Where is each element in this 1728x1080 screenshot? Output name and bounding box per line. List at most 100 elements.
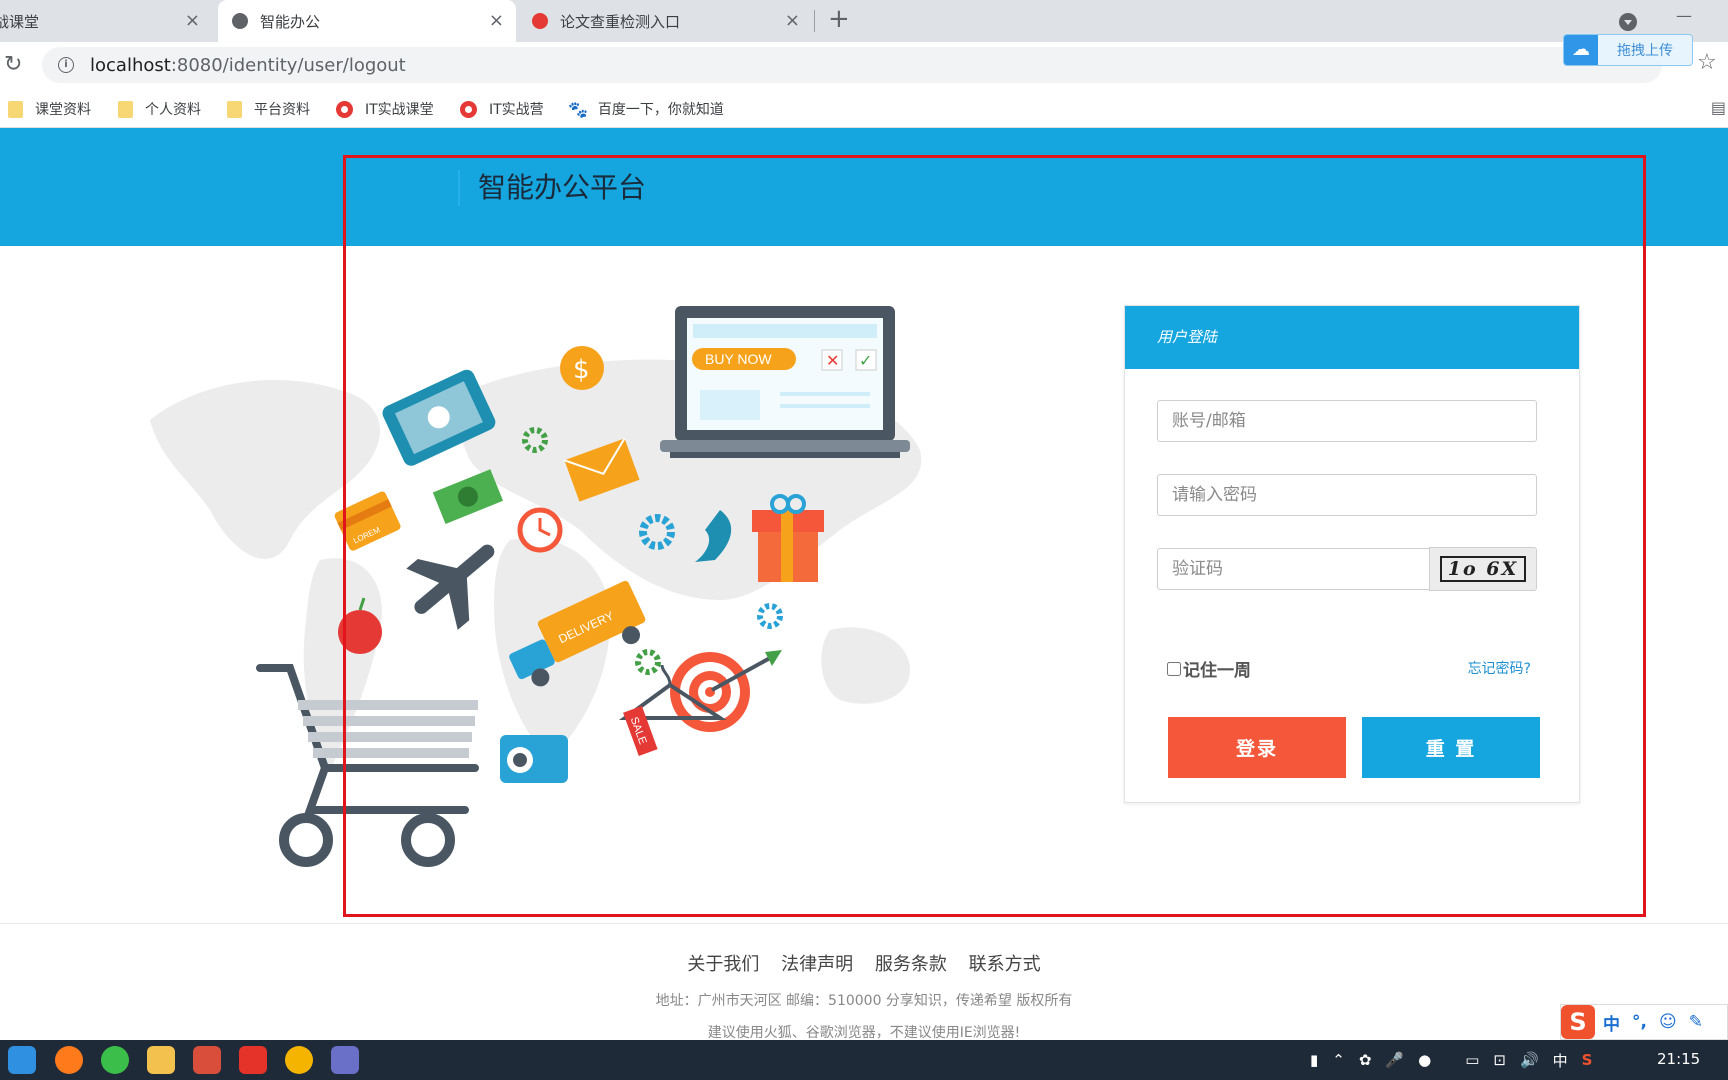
tab-search-icon[interactable] [1619,13,1637,31]
settings-app-icon[interactable] [331,1046,359,1074]
password-input[interactable] [1157,474,1537,516]
forgot-password-link[interactable]: 忘记密码? [1468,658,1531,678]
minimize-icon[interactable]: — [1676,6,1692,25]
browser-toolbar: ↻ i localhost:8080/identity/user/logout … [0,42,1728,90]
new-tab-button[interactable]: + [828,4,850,34]
apple [338,610,382,654]
camera [500,735,568,783]
ime-toolbar[interactable]: S 中 °, ☺ ✎ [1560,1004,1728,1040]
address-bar[interactable]: i localhost:8080/identity/user/logout [42,47,1662,83]
office-illustration: BUY NOW ✕ ✓ $ LOREM DELIVERY SALE [150,306,922,867]
bookmark-item[interactable]: IT实战课堂 [336,99,434,119]
ime-language[interactable]: 中 [1603,1010,1620,1035]
tab-separator [814,10,815,32]
chevron-up-icon[interactable]: ⌃ [1332,1051,1345,1069]
footer-address: 地址：广州市天河区 邮编：510000 分享知识，传递希望 版权所有 [655,993,1073,1009]
bookmarks-bar: 课堂资料 个人资料 平台资料 IT实战课堂 IT实战营 🐾 百度一下，你就知道 ▤ [0,90,1728,128]
baidu-paw-icon: 🐾 [568,99,588,119]
svg-text:✕: ✕ [826,351,839,370]
wps-icon[interactable] [239,1046,267,1074]
shopping-cart [256,664,479,867]
site-logo-icon [460,100,477,118]
svg-text:$: $ [573,355,590,385]
upload-widget[interactable]: ☁ 拖拽上传 [1563,34,1693,66]
login-panel: 用户登陆 1o 6X 记住一周 忘记密码? 登录 重 置 [1124,305,1580,803]
url-text: localhost:8080/identity/user/logout [90,54,406,76]
emoji-icon[interactable]: ☺ [1659,1012,1677,1032]
bookmark-item[interactable]: 课堂资料 [8,99,91,119]
reset-button[interactable]: 重 置 [1362,717,1540,778]
bookmark-star-icon[interactable]: ☆ [1697,50,1717,75]
info-icon[interactable]: i [58,57,74,73]
punctuation-icon[interactable]: °, [1632,1012,1647,1032]
captcha-image[interactable]: 1o 6X [1429,547,1537,591]
svg-text:✓: ✓ [859,351,872,370]
clock[interactable]: 21:15 [1657,1050,1700,1068]
footer-links: 关于我们 法律声明 服务条款 联系方式 [0,950,1728,976]
account-input[interactable] [1157,400,1537,442]
close-icon[interactable]: × [785,10,800,31]
header-divider [458,170,460,206]
buy-now-label: BUY NOW [705,351,772,367]
reload-icon[interactable]: ↻ [4,52,22,77]
gear-icon [635,649,661,675]
firefox-icon[interactable] [55,1046,83,1074]
taskbar: ▮ ⌃ ✿ 🎤 ● ▭ ⊡ 🔊 中 S 21:15 [0,1040,1728,1080]
cloud-icon: ☁ [1564,35,1598,65]
editor-app-icon[interactable] [193,1046,221,1074]
site-logo-icon [532,13,548,29]
app-tray-icon[interactable]: ✿ [1359,1051,1372,1069]
page-header [0,128,1728,246]
volume-icon[interactable]: 🔊 [1520,1051,1539,1069]
footer-link-contact[interactable]: 联系方式 [969,954,1041,975]
tab-1[interactable]: 战课堂 × [0,0,212,42]
battery-icon[interactable]: ▮ [1310,1051,1318,1069]
tab-title: 智能办公 [260,12,321,31]
login-button[interactable]: 登录 [1168,717,1346,778]
cash-note [432,469,504,525]
captcha-text: 1o 6X [1439,556,1527,582]
site-logo-icon [336,100,353,118]
bookmark-item[interactable]: IT实战营 [460,99,544,119]
remember-checkbox[interactable] [1167,661,1181,676]
laptop: BUY NOW ✕ ✓ [660,306,910,458]
wechat-icon[interactable] [101,1046,129,1074]
tab-title: 论文查重检测入口 [560,12,681,31]
upload-label: 拖拽上传 [1617,43,1673,59]
folder-icon [227,100,242,118]
file-explorer-icon[interactable] [147,1046,175,1074]
globe-icon [232,13,248,29]
folder-icon [118,100,133,118]
sogou-logo-icon: S [1561,1005,1595,1039]
reading-list-icon[interactable]: ▤ [1711,98,1726,117]
microphone-icon[interactable]: 🎤 [1385,1051,1404,1069]
wechat-tray-icon[interactable]: ● [1418,1051,1431,1069]
pen-icon[interactable]: ✎ [1689,1012,1703,1032]
chrome-icon[interactable] [285,1046,313,1074]
network-icon[interactable]: ▭ [1465,1051,1479,1069]
tab-2[interactable]: 智能办公 × [218,0,516,42]
sogou-tray-icon[interactable]: S [1582,1051,1593,1069]
folder-icon [8,100,23,118]
close-icon[interactable]: × [185,10,200,31]
page-title: 智能办公平台 [478,171,647,204]
credit-card: LOREM [334,491,401,551]
footer-browser-note: 建议使用火狐、谷歌浏览器，不建议使用IE浏览器! [707,1025,1021,1041]
bookmark-item[interactable]: 🐾 百度一下，你就知道 [568,99,724,119]
footer-link-terms[interactable]: 服务条款 [875,954,947,975]
close-icon[interactable]: × [489,10,504,31]
footer-link-legal[interactable]: 法律声明 [781,954,853,975]
captcha-input[interactable] [1157,548,1431,590]
display-icon[interactable]: ⊡ [1493,1051,1506,1069]
bookmark-item[interactable]: 个人资料 [118,99,201,119]
start-app-icon[interactable] [8,1046,36,1074]
bookmark-item[interactable]: 平台资料 [227,99,310,119]
login-heading: 用户登陆 [1125,306,1579,369]
tab-3[interactable]: 论文查重检测入口 × [522,0,812,42]
footer-link-about[interactable]: 关于我们 [687,954,759,975]
footer-divider [0,923,1728,924]
gear-icon [757,603,783,629]
tray-language[interactable]: 中 [1553,1050,1568,1071]
remember-checkbox-label[interactable]: 记住一周 [1167,656,1251,681]
tab-title: 战课堂 [0,12,40,31]
